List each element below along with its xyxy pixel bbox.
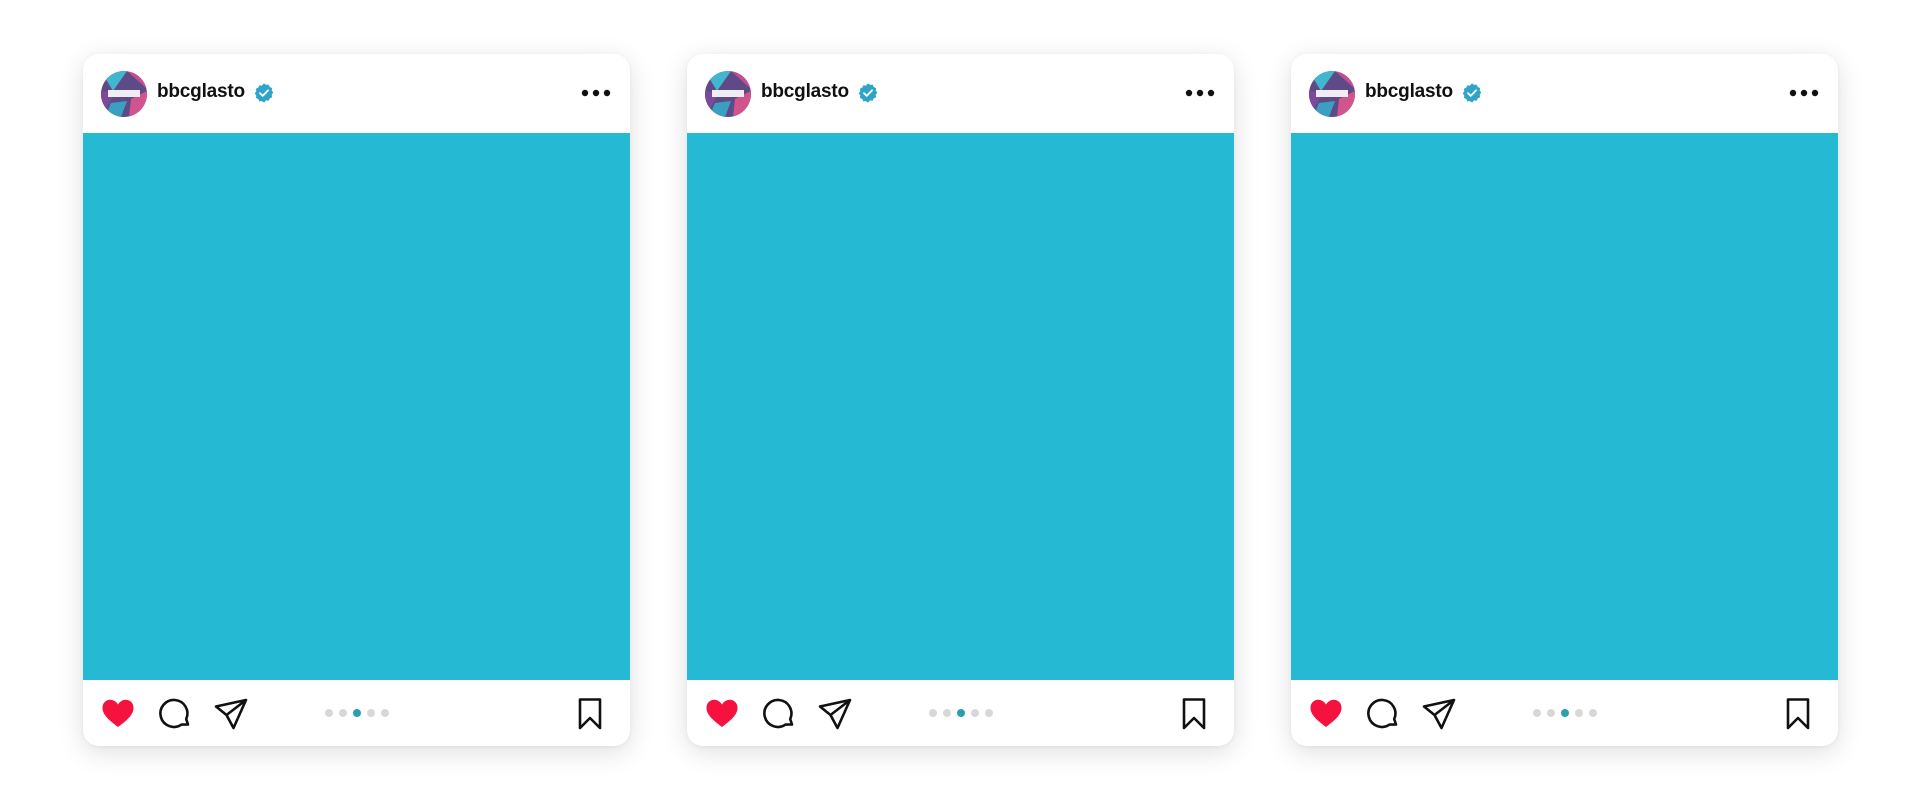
save-button[interactable] <box>572 696 608 732</box>
comment-button[interactable] <box>761 696 797 732</box>
share-button[interactable] <box>817 696 853 732</box>
post-image[interactable] <box>687 133 1234 680</box>
like-button[interactable] <box>1308 696 1344 732</box>
avatar[interactable] <box>1309 71 1355 117</box>
carousel-dot[interactable] <box>339 709 347 717</box>
comment-icon <box>763 698 794 729</box>
share-button[interactable] <box>1421 696 1457 732</box>
send-icon <box>214 698 248 730</box>
send-icon <box>1422 698 1456 730</box>
post-header: bbcglasto <box>687 54 1234 133</box>
save-button[interactable] <box>1176 696 1212 732</box>
share-button[interactable] <box>213 696 249 732</box>
username[interactable]: bbcglasto <box>1365 81 1453 103</box>
carousel-dot[interactable] <box>1547 709 1555 717</box>
carousel-dot[interactable] <box>381 709 389 717</box>
carousel-dot[interactable] <box>367 709 375 717</box>
post-card: bbcglasto <box>687 54 1234 746</box>
carousel-dot[interactable] <box>325 709 333 717</box>
more-options-icon[interactable] <box>580 81 612 105</box>
carousel-dot[interactable] <box>929 709 937 717</box>
carousel-dot[interactable] <box>1533 709 1541 717</box>
post-header: bbcglasto <box>1291 54 1838 133</box>
more-options-icon[interactable] <box>1788 81 1820 105</box>
heart-filled-icon <box>102 699 134 727</box>
send-icon <box>818 698 852 730</box>
like-button[interactable] <box>704 696 740 732</box>
carousel-dot[interactable] <box>985 709 993 717</box>
bookmark-icon <box>1182 698 1206 730</box>
comment-icon <box>159 698 190 729</box>
post-actions <box>1291 680 1838 746</box>
carousel-dot[interactable] <box>943 709 951 717</box>
heart-filled-icon <box>706 699 738 727</box>
post-header: bbcglasto <box>83 54 630 133</box>
comment-icon <box>1367 698 1398 729</box>
bookmark-icon <box>1786 698 1810 730</box>
like-button[interactable] <box>100 696 136 732</box>
post-image[interactable] <box>1291 133 1838 680</box>
carousel-dot[interactable] <box>1589 709 1597 717</box>
verified-badge-icon <box>1461 82 1483 104</box>
post-actions <box>687 680 1234 746</box>
post-card: bbcglasto <box>1291 54 1838 746</box>
carousel-indicator <box>325 708 389 718</box>
post-actions <box>83 680 630 746</box>
bookmark-icon <box>578 698 602 730</box>
username[interactable]: bbcglasto <box>761 81 849 103</box>
verified-badge-icon <box>253 82 275 104</box>
carousel-dot-active[interactable] <box>957 709 965 717</box>
comment-button[interactable] <box>157 696 193 732</box>
verified-badge-icon <box>857 82 879 104</box>
carousel-indicator <box>1533 708 1597 718</box>
avatar[interactable] <box>705 71 751 117</box>
post-image[interactable] <box>83 133 630 680</box>
carousel-dot-active[interactable] <box>1561 709 1569 717</box>
carousel-indicator <box>929 708 993 718</box>
carousel-dot[interactable] <box>971 709 979 717</box>
carousel-dot-active[interactable] <box>353 709 361 717</box>
more-options-icon[interactable] <box>1184 81 1216 105</box>
carousel-dot[interactable] <box>1575 709 1583 717</box>
post-gallery: bbcglasto bbcglasto bbcglasto <box>0 0 1920 800</box>
comment-button[interactable] <box>1365 696 1401 732</box>
post-card: bbcglasto <box>83 54 630 746</box>
avatar[interactable] <box>101 71 147 117</box>
username[interactable]: bbcglasto <box>157 81 245 103</box>
heart-filled-icon <box>1310 699 1342 727</box>
save-button[interactable] <box>1780 696 1816 732</box>
